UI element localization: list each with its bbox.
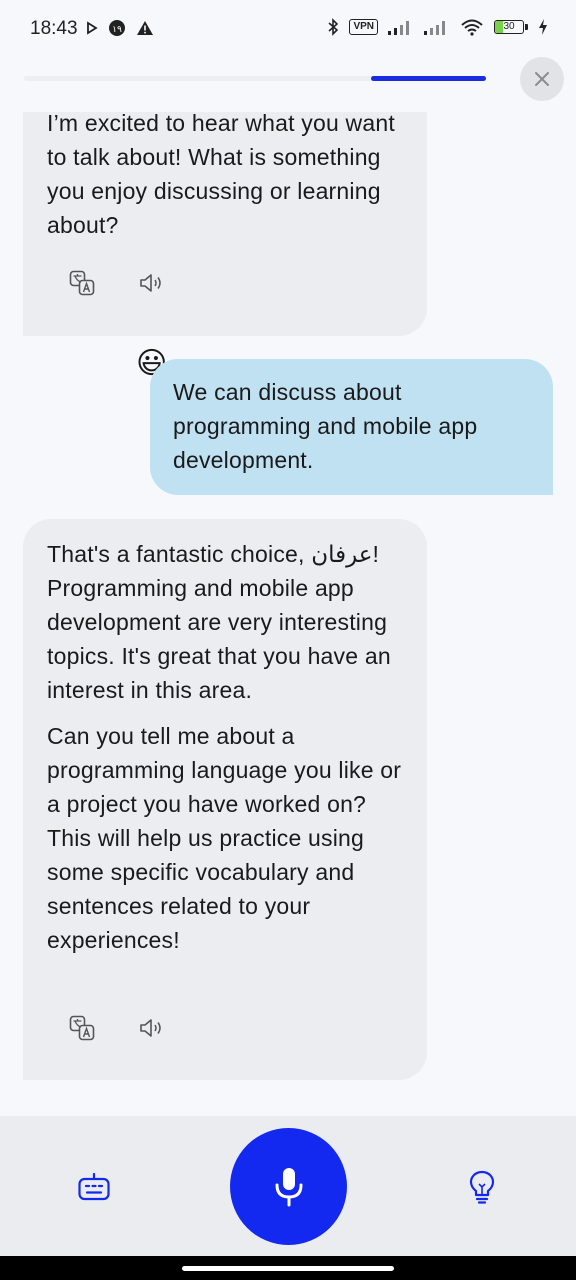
lightbulb-icon [469, 1170, 495, 1204]
microphone-button[interactable] [230, 1128, 347, 1245]
speaker-icon [140, 274, 161, 292]
translate-icon [69, 270, 95, 296]
message-actions [69, 270, 165, 296]
translate-button[interactable] [69, 1015, 95, 1041]
vpn-badge: VPN [349, 19, 378, 35]
status-notification-icons: ۱۹ [86, 19, 154, 37]
play-store-icon [87, 21, 98, 35]
translate-button[interactable] [69, 270, 95, 296]
battery-level: 30 [503, 21, 515, 32]
status-system-icons: VPN 30 [327, 18, 548, 36]
user-message: We can discuss about programming and mob… [150, 359, 553, 495]
assistant-message-2: That's a fantastic choice, عرفان! Progra… [23, 519, 427, 1080]
close-icon [535, 72, 549, 86]
charging-icon [539, 19, 547, 35]
chat-thread[interactable]: I’m excited to hear what you want to tal… [0, 112, 576, 1116]
translate-icon [69, 1015, 95, 1041]
app-badge-icon: ۱۹ [109, 20, 125, 36]
assistant-message-1: I’m excited to hear what you want to tal… [23, 112, 427, 336]
lesson-progress-bar [24, 76, 486, 81]
signal-icon-2 [424, 21, 445, 35]
bottom-toolbar [0, 1116, 576, 1256]
speak-button[interactable] [139, 270, 165, 296]
microphone-icon [275, 1167, 302, 1206]
message-text: We can discuss about programming and mob… [173, 379, 478, 473]
message-text: I’m excited to hear what you want to tal… [47, 112, 395, 238]
message-actions [69, 1015, 165, 1041]
home-indicator[interactable] [182, 1266, 394, 1271]
wifi-icon [461, 19, 483, 36]
battery-indicator: 30 [494, 20, 528, 34]
message-text: Can you tell me about a programming lang… [47, 723, 402, 953]
hint-button[interactable] [465, 1170, 499, 1204]
robot-keyboard-icon [78, 1172, 110, 1201]
status-bar: 18:43 ۱۹ VPN 30 [0, 0, 576, 60]
status-time: 18:43 [30, 18, 78, 39]
warning-icon [137, 21, 153, 35]
keyboard-button[interactable] [77, 1170, 111, 1204]
lesson-progress-fill [370, 76, 486, 81]
speak-button[interactable] [139, 1015, 165, 1041]
bluetooth-icon [328, 18, 339, 36]
speaker-icon [140, 1019, 161, 1037]
svg-text:۱۹: ۱۹ [112, 25, 122, 35]
message-text: That's a fantastic choice, عرفان! Progra… [47, 541, 391, 703]
close-button[interactable] [520, 57, 564, 101]
signal-icon [388, 21, 409, 35]
